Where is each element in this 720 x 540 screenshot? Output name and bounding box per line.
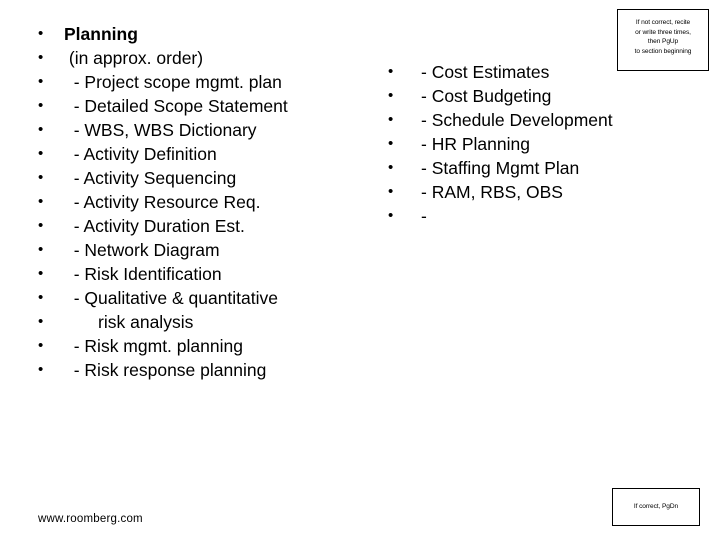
note-correct-line: If correct, PgDn — [633, 503, 679, 511]
bullet-dot-icon: • — [388, 87, 394, 104]
planning-right-item: • - Staffing Mgmt Plan — [388, 156, 688, 180]
bullet-dot-icon: • — [388, 135, 394, 152]
slide-canvas: • Planning • (in approx. order) • - Project… — [0, 0, 720, 540]
planning-left-item: • Planning — [38, 22, 368, 46]
planning-left-item-label: - Activity Resource Req. — [64, 192, 261, 212]
planning-right-item: • - HR Planning — [388, 132, 688, 156]
planning-left-item-label: - Detailed Scope Statement — [64, 96, 288, 116]
planning-left-item-label: - Activity Definition — [64, 144, 217, 164]
planning-right-item-label: - Cost Budgeting — [421, 86, 552, 106]
planning-left-item: • - Activity Definition — [38, 142, 368, 166]
planning-left-item-label: - Project scope mgmt. plan — [64, 72, 282, 92]
planning-left-item-label: - WBS, WBS Dictionary — [64, 120, 257, 140]
bullet-dot-icon: • — [38, 217, 44, 234]
planning-left-item-label: - Risk response planning — [64, 360, 267, 380]
planning-left-item-label: Planning — [64, 24, 138, 44]
planning-right-item-label: - — [421, 206, 427, 226]
planning-left-item: • - Activity Resource Req. — [38, 190, 368, 214]
bullet-dot-icon: • — [388, 111, 394, 128]
planning-bullet-list-left: • Planning • (in approx. order) • - Project… — [38, 22, 368, 382]
note-box-correct-instruction: If correct, PgDn — [612, 488, 700, 526]
planning-left-item: • - Risk mgmt. planning — [38, 334, 368, 358]
planning-left-item: • - Project scope mgmt. plan — [38, 70, 368, 94]
note-box-incorrect-instruction: If not correct, recite or write three tim… — [617, 9, 709, 71]
planning-left-item: • - Risk Identification — [38, 262, 368, 286]
planning-left-item-label: - Network Diagram — [64, 240, 220, 260]
bullet-dot-icon: • — [38, 97, 44, 114]
bullet-dot-icon: • — [38, 313, 44, 330]
bullet-dot-icon: • — [38, 193, 44, 210]
planning-right-item-label: - Staffing Mgmt Plan — [421, 158, 580, 178]
bullet-dot-icon: • — [38, 289, 44, 306]
bullet-dot-icon: • — [38, 49, 44, 66]
bullet-dot-icon: • — [38, 73, 44, 90]
bullet-dot-icon: • — [38, 241, 44, 258]
footer-website-url[interactable]: www.roomberg.com — [38, 512, 143, 526]
planning-left-item: • - Risk response planning — [38, 358, 368, 382]
planning-right-item: • - — [388, 204, 688, 228]
bullet-dot-icon: • — [388, 183, 394, 200]
bullet-dot-icon: • — [38, 25, 44, 42]
planning-left-item-label: - Risk Identification — [64, 264, 222, 284]
note-incorrect-line: If not correct, recite — [635, 19, 691, 26]
planning-left-item-label: (in approx. order) — [64, 48, 204, 68]
planning-left-item-label: - Activity Sequencing — [64, 168, 237, 188]
bullet-dot-icon: • — [38, 169, 44, 186]
note-incorrect-line: then PgUp — [647, 38, 679, 46]
bullet-dot-icon: • — [38, 337, 44, 354]
planning-left-item-label: - Activity Duration Est. — [64, 216, 245, 236]
planning-left-item-label: - Risk mgmt. planning — [64, 336, 243, 356]
bullet-dot-icon: • — [38, 361, 44, 378]
planning-left-item: • - Network Diagram — [38, 238, 368, 262]
bullet-dot-icon: • — [38, 121, 44, 138]
planning-right-item-label: - RAM, RBS, OBS — [421, 182, 563, 202]
bullet-dot-icon: • — [388, 63, 394, 80]
planning-right-item: • - RAM, RBS, OBS — [388, 180, 688, 204]
planning-right-item-label: - HR Planning — [421, 134, 530, 154]
planning-left-item: • (in approx. order) — [38, 46, 368, 70]
planning-left-item: • - Detailed Scope Statement — [38, 94, 368, 118]
bullet-dot-icon: • — [388, 207, 394, 224]
planning-right-item: • - Cost Budgeting — [388, 84, 688, 108]
planning-right-item: • - Schedule Development — [388, 108, 688, 132]
planning-left-item-label: risk analysis — [64, 312, 194, 332]
planning-right-item-label: - Schedule Development — [421, 110, 613, 130]
bullet-dot-icon: • — [38, 145, 44, 162]
planning-left-item: • - Activity Sequencing — [38, 166, 368, 190]
planning-left-item: • risk analysis — [38, 310, 368, 334]
planning-bullet-list-right: • - Cost Estimates • - Cost Budgeting • - Sch… — [388, 60, 688, 228]
bullet-dot-icon: • — [388, 159, 394, 176]
planning-left-item: • - WBS, WBS Dictionary — [38, 118, 368, 142]
note-incorrect-line: to section beginning — [634, 47, 692, 55]
note-incorrect-line: or write three times, — [635, 28, 691, 36]
bullet-dot-icon: • — [38, 265, 44, 282]
planning-left-item: • - Activity Duration Est. — [38, 214, 368, 238]
planning-left-item-label: - Qualitative & quantitative — [64, 288, 278, 308]
planning-left-item: • - Qualitative & quantitative — [38, 286, 368, 310]
